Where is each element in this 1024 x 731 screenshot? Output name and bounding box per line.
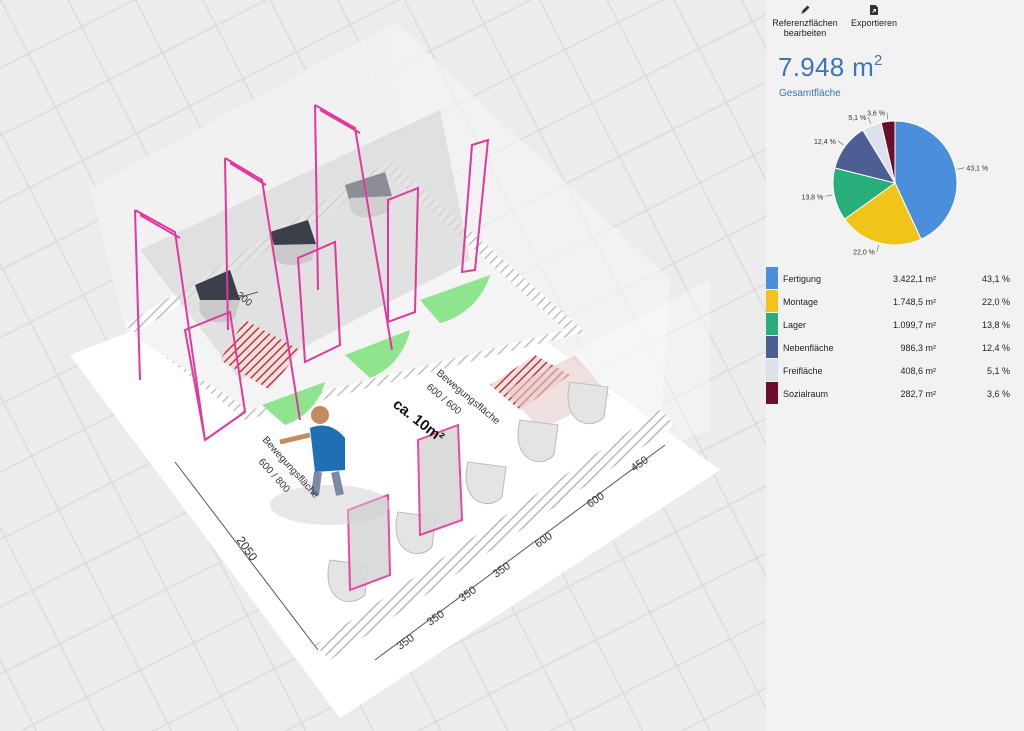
area-legend: Fertigung 3.422,1 m² 43,1 % Montage 1.748,5 … (766, 267, 1024, 405)
legend-value: 282,7 m² (900, 389, 936, 399)
legend-swatch (766, 267, 778, 289)
pie-label-3: 12,4 % (814, 139, 836, 146)
edit-button-label-2: bearbeiten (783, 28, 827, 38)
pie-label-2: 13,8 % (801, 194, 823, 201)
export-button-label: Exportieren (850, 18, 898, 28)
3d-viewport[interactable]: ca. 10m² Bewegungsfläche 600 / 600 Beweg… (0, 0, 766, 731)
pencil-icon (801, 5, 810, 14)
legend-percent: 5,1 % (986, 366, 1010, 376)
legend-name: Lager (783, 320, 807, 330)
legend-swatch (766, 359, 778, 381)
legend-value: 3.422,1 m² (892, 274, 936, 284)
pie-label-4: 5,1 % (848, 115, 866, 122)
legend-name: Nebenfläche (783, 343, 834, 353)
legend-percent: 12,4 % (981, 343, 1010, 353)
legend-percent: 43,1 % (981, 274, 1010, 284)
area-pie-chart: 43,1 % 22,0 % 13,8 % 12,4 % 5,1 % 3,6 % (766, 100, 1024, 260)
legend-row-0: Fertigung 3.422,1 m² 43,1 % (766, 267, 1024, 290)
pie-leader-2 (825, 194, 833, 197)
pie-label-0: 43,1 % (966, 166, 988, 173)
legend-row-3: Nebenfläche 986,3 m² 12,4 % (766, 336, 1024, 359)
export-button[interactable]: Exportieren (846, 4, 902, 28)
legend-row-2: Lager 1.099,7 m² 13,8 % (766, 313, 1024, 336)
legend-value: 408,6 m² (900, 366, 936, 376)
legend-value: 1.099,7 m² (892, 320, 936, 330)
edit-reference-areas-button[interactable]: Referenzflächen bearbeiten (770, 4, 840, 38)
legend-swatch (766, 290, 778, 312)
pie-label-5: 3,6 % (867, 110, 885, 117)
legend-percent: 3,6 % (986, 389, 1010, 399)
legend-row-4: Freifläche 408,6 m² 5,1 % (766, 359, 1024, 382)
total-area-label: Gesamtfläche (779, 88, 841, 99)
legend-name: Freifläche (783, 366, 823, 376)
legend-row-1: Montage 1.748,5 m² 22,0 % (766, 290, 1024, 313)
legend-name: Fertigung (783, 274, 822, 284)
pie-leader-1 (876, 244, 880, 252)
legend-name: Sozialraum (783, 389, 829, 399)
pie-label-1: 22,0 % (853, 250, 875, 257)
total-area-number: 7.948 m (778, 52, 875, 82)
pie-leader-4 (867, 117, 872, 124)
pie-leader-5 (886, 112, 889, 120)
legend-swatch (766, 336, 778, 358)
legend-value: 986,3 m² (900, 343, 936, 353)
total-area-unit-exponent: 2 (874, 52, 883, 69)
legend-percent: 22,0 % (981, 297, 1010, 307)
legend-row-5: Sozialraum 282,7 m² 3,6 % (766, 382, 1024, 405)
edit-button-label-1: Referenzflächen (772, 18, 838, 28)
total-area-value: 7.948 m2 (778, 52, 883, 83)
legend-value: 1.748,5 m² (892, 297, 936, 307)
statistics-panel: Referenzflächen bearbeiten Exportieren 7… (766, 0, 1024, 731)
legend-name: Montage (783, 297, 819, 307)
legend-percent: 13,8 % (981, 320, 1010, 330)
legend-swatch (766, 313, 778, 335)
pie-leader-0 (957, 167, 965, 170)
file-export-icon (870, 5, 878, 15)
legend-swatch (766, 382, 778, 404)
pie-leader-3 (837, 140, 844, 146)
